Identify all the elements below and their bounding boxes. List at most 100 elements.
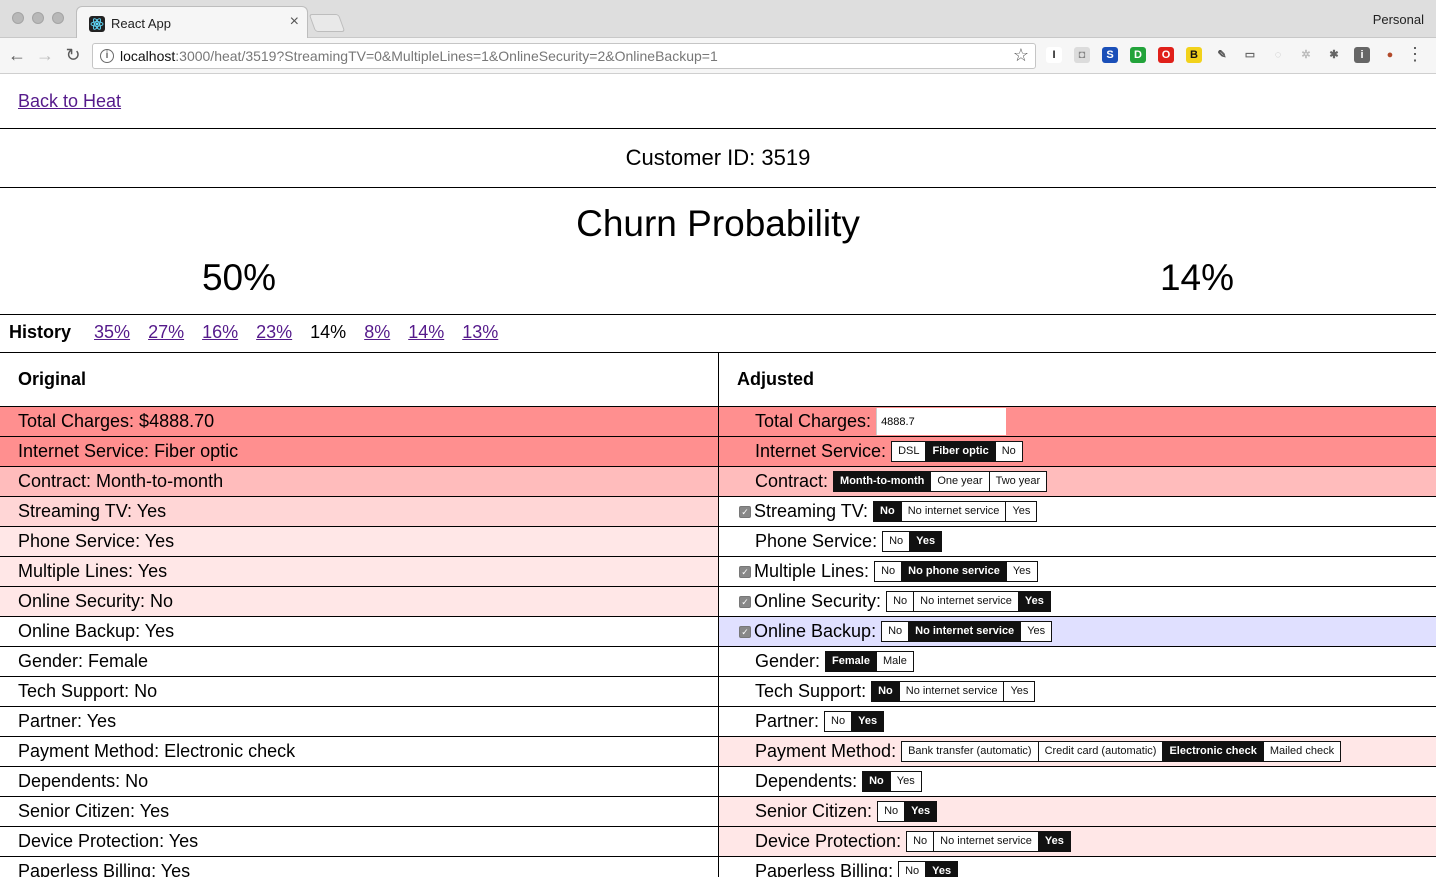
option-button[interactable]: Yes bbox=[1021, 622, 1051, 641]
original-value: Streaming TV: Yes bbox=[18, 501, 167, 521]
field-label: Online Security: bbox=[754, 591, 882, 611]
option-button[interactable]: No bbox=[874, 502, 902, 521]
option-button[interactable]: No internet service bbox=[902, 502, 1007, 521]
option-button[interactable]: No bbox=[882, 622, 910, 641]
bookmark-star-icon[interactable]: ☆ bbox=[1013, 45, 1029, 66]
field-label: Phone Service: bbox=[755, 531, 878, 551]
close-window-button[interactable] bbox=[12, 12, 24, 24]
original-cell: Partner: Yes bbox=[0, 707, 718, 736]
opera-extension-icon[interactable]: O bbox=[1158, 47, 1174, 63]
option-button[interactable]: No bbox=[878, 802, 906, 821]
option-button[interactable]: Yes bbox=[926, 862, 958, 877]
option-button[interactable]: No bbox=[875, 562, 903, 581]
history-item[interactable]: 27% bbox=[148, 322, 184, 342]
adjusted-control: ✓ Online Backup: No No internet service Yes bbox=[739, 617, 1053, 646]
option-button[interactable]: Female bbox=[826, 652, 877, 671]
lock-checkbox[interactable]: ✓ bbox=[739, 625, 751, 638]
bug-extension-icon[interactable]: ✱ bbox=[1326, 47, 1342, 63]
option-button[interactable]: DSL bbox=[892, 442, 927, 461]
original-value: Phone Service: Yes bbox=[18, 531, 175, 551]
option-button[interactable]: No internet service bbox=[900, 682, 1005, 701]
option-button[interactable]: Male bbox=[877, 652, 913, 671]
profile-button[interactable]: Personal bbox=[1373, 12, 1424, 27]
option-button[interactable]: One year bbox=[931, 472, 990, 491]
browser-menu-icon[interactable]: ⋮ bbox=[1406, 44, 1424, 65]
option-button[interactable]: No internet service bbox=[909, 622, 1022, 641]
address-bar[interactable]: i localhost:3000/heat/3519?StreamingTV=0… bbox=[92, 43, 1036, 69]
close-tab-icon[interactable]: × bbox=[290, 14, 299, 30]
option-button[interactable]: Yes bbox=[1004, 682, 1034, 701]
option-button[interactable]: Fiber optic bbox=[926, 442, 996, 461]
option-button[interactable]: Electronic check bbox=[1163, 742, 1264, 761]
pin-extension-icon[interactable]: ✎ bbox=[1214, 47, 1230, 63]
bee-extension-icon[interactable]: ● bbox=[1382, 47, 1398, 63]
new-tab-button[interactable] bbox=[308, 14, 346, 32]
option-button[interactable]: No bbox=[825, 712, 853, 731]
option-button[interactable]: Yes bbox=[1018, 592, 1050, 611]
history-item[interactable]: 16% bbox=[202, 322, 238, 342]
option-button[interactable]: No bbox=[863, 772, 891, 791]
option-button[interactable]: Yes bbox=[1006, 502, 1036, 521]
field-label: Multiple Lines: bbox=[754, 561, 870, 581]
forward-arrow-icon[interactable]: → bbox=[34, 44, 56, 66]
maximize-window-button[interactable] bbox=[52, 12, 64, 24]
history-item[interactable]: 8% bbox=[364, 322, 390, 342]
option-button[interactable]: No bbox=[996, 442, 1022, 461]
option-button[interactable]: Bank transfer (automatic) bbox=[902, 742, 1039, 761]
churn-probability-title: Churn Probability bbox=[576, 203, 860, 244]
option-toggle-group: No Yes bbox=[862, 771, 922, 792]
option-button[interactable]: No bbox=[883, 532, 911, 551]
back-arrow-icon[interactable]: ← bbox=[6, 44, 28, 66]
i-extension-icon[interactable]: I bbox=[1046, 47, 1062, 63]
option-button[interactable]: No bbox=[872, 682, 900, 701]
tab-title: React App bbox=[111, 16, 171, 31]
option-button[interactable]: Yes bbox=[1007, 562, 1037, 581]
customer-id-heading: Customer ID: 3519 bbox=[625, 145, 811, 170]
history-item[interactable]: 35% bbox=[94, 322, 130, 342]
b-extension-icon[interactable]: B bbox=[1186, 47, 1202, 63]
option-button[interactable]: No internet service bbox=[934, 832, 1039, 851]
history-bar: History 35% 27% 16% 23% 14% 8% 14% 13% bbox=[9, 322, 516, 343]
option-button[interactable]: No bbox=[899, 862, 927, 877]
option-button[interactable]: Yes bbox=[905, 802, 937, 821]
option-button[interactable]: Month-to-month bbox=[834, 472, 932, 491]
option-button[interactable]: Two year bbox=[990, 472, 1047, 491]
option-button[interactable]: No phone service bbox=[902, 562, 1007, 581]
history-item[interactable]: 23% bbox=[256, 322, 292, 342]
original-cell: Payment Method: Electronic check bbox=[0, 737, 718, 766]
original-value: Gender: Female bbox=[18, 651, 149, 671]
back-to-heat-link[interactable]: Back to Heat bbox=[18, 91, 121, 112]
reload-icon[interactable]: ↻ bbox=[62, 44, 84, 66]
circle-extension-icon[interactable]: ◌ bbox=[1270, 47, 1286, 63]
option-button[interactable]: Mailed check bbox=[1264, 742, 1340, 761]
info-extension-icon[interactable]: i bbox=[1354, 47, 1370, 63]
total-charges-input[interactable] bbox=[876, 408, 1007, 435]
history-item[interactable]: 14% bbox=[408, 322, 444, 342]
option-button[interactable]: Credit card (automatic) bbox=[1039, 742, 1164, 761]
original-value: Dependents: No bbox=[18, 771, 149, 791]
minimize-window-button[interactable] bbox=[32, 12, 44, 24]
option-button[interactable]: Yes bbox=[891, 772, 921, 791]
lock-checkbox[interactable]: ✓ bbox=[739, 505, 751, 518]
original-cell: Dependents: No bbox=[0, 767, 718, 796]
lock-checkbox[interactable]: ✓ bbox=[739, 565, 751, 578]
lock-checkbox[interactable]: ✓ bbox=[739, 595, 751, 608]
site-info-icon[interactable]: i bbox=[100, 49, 114, 63]
option-button[interactable]: No internet service bbox=[914, 592, 1019, 611]
gear-extension-icon[interactable]: ✲ bbox=[1298, 47, 1314, 63]
option-button[interactable]: No bbox=[907, 832, 935, 851]
s-extension-icon[interactable]: S bbox=[1102, 47, 1118, 63]
option-button[interactable]: Yes bbox=[1038, 832, 1070, 851]
divider bbox=[0, 187, 1436, 188]
history-item[interactable]: 13% bbox=[462, 322, 498, 342]
camera-extension-icon[interactable]: ◘ bbox=[1074, 47, 1090, 63]
adjusted-control: ✓ Streaming TV: No No internet service Yes bbox=[739, 497, 1038, 526]
option-button[interactable]: Yes bbox=[910, 532, 942, 551]
option-button[interactable]: No bbox=[887, 592, 915, 611]
original-cell: Paperless Billing: Yes bbox=[0, 857, 718, 877]
adjusted-cell: Phone Service: No Yes bbox=[719, 527, 1436, 556]
cast-extension-icon[interactable]: ▭ bbox=[1242, 47, 1258, 63]
green-extension-icon[interactable]: D bbox=[1130, 47, 1146, 63]
browser-tab[interactable]: React App × bbox=[76, 6, 308, 39]
option-button[interactable]: Yes bbox=[852, 712, 884, 731]
